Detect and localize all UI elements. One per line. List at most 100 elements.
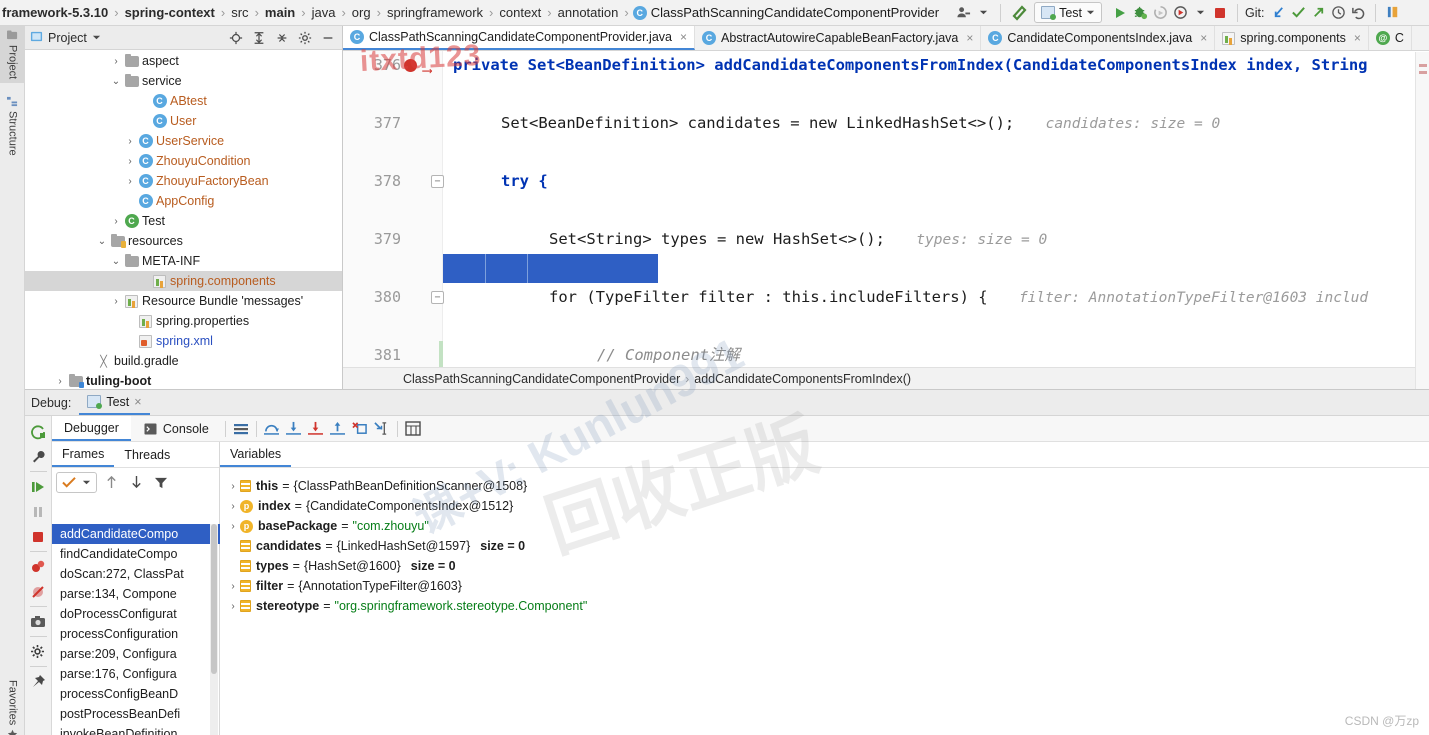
collapse-all-icon[interactable] [273,29,291,47]
breadcrumb-item-annotation[interactable]: annotation [556,5,621,20]
expand-arrow-icon[interactable]: › [123,136,137,147]
tool-tab-structure[interactable]: Structure [0,92,25,160]
variable-row-basepackage[interactable]: › p basePackage = "com.zhouyu" [220,516,1429,536]
breadcrumb-method[interactable]: addCandidateComponentsFromIndex() [694,372,911,386]
tree-row[interactable]: C AppConfig [25,191,342,211]
breadcrumb-item-main[interactable]: main [263,5,297,20]
git-update-icon[interactable] [1268,3,1288,23]
tab-console[interactable]: Console [131,416,221,441]
history-clock-icon[interactable] [1328,3,1348,23]
tab-debugger[interactable]: Debugger [52,416,131,441]
filter-icon[interactable] [150,471,172,493]
stop-icon[interactable] [1210,3,1230,23]
frames-scrollbar[interactable] [210,524,218,735]
collapse-arrow-icon[interactable]: ⌄ [109,256,123,267]
tree-row[interactable]: › C ZhouyuFactoryBean [25,171,342,191]
run-configuration-selector[interactable]: Test [1034,2,1102,23]
expand-arrow-icon[interactable]: › [123,156,137,167]
close-icon[interactable]: × [134,395,141,409]
tree-row[interactable]: ⌄ service [25,71,342,91]
frame-row[interactable]: postProcessBeanDefi [52,704,220,724]
editor-tab-classpathscanning[interactable]: C ClassPathScanningCandidateComponentPro… [343,26,695,50]
editor-tab-overflow[interactable]: @ C [1369,26,1412,50]
collapse-arrow-icon[interactable]: ⌄ [95,236,109,247]
step-over-icon[interactable] [261,418,283,440]
run-icon[interactable] [1110,3,1130,23]
rerun-coverage-icon[interactable] [1150,3,1170,23]
tree-row[interactable]: ⌄ resources [25,231,342,251]
tab-variables[interactable]: Variables [220,442,292,467]
run-to-cursor-icon[interactable] [371,418,393,440]
rerun-icon[interactable] [26,419,50,444]
arrow-up-icon[interactable] [100,471,122,493]
chevron-down-icon[interactable] [92,31,101,45]
resume-program-icon[interactable] [26,474,50,499]
tree-row[interactable]: spring.xml [25,331,342,351]
breadcrumb-item-src[interactable]: src [229,5,250,20]
breadcrumb-item-java[interactable]: java [310,5,338,20]
pause-program-icon[interactable] [26,499,50,524]
close-icon[interactable]: × [966,31,973,45]
tree-row[interactable]: spring.properties [25,311,342,331]
camera-snapshot-icon[interactable] [26,609,50,634]
breadcrumb-item-org[interactable]: org [350,5,373,20]
chevron-down-icon[interactable] [1190,3,1210,23]
tree-row-tuling-boot[interactable]: › tuling-boot [25,371,342,391]
expand-arrow-icon[interactable]: › [109,216,123,227]
arrow-down-icon[interactable] [125,471,147,493]
tool-tab-project[interactable]: Project [0,26,25,84]
frame-row[interactable]: findCandidateCompo [52,544,220,564]
chevron-down-icon[interactable] [973,3,993,23]
settings-gear-icon[interactable] [26,639,50,664]
variable-row-candidates[interactable]: candidates = {LinkedHashSet@1597} size =… [220,536,1429,556]
breadcrumb-item-spring-context[interactable]: spring-context [123,5,217,20]
force-step-into-icon[interactable] [305,418,327,440]
expand-all-icon[interactable] [250,29,268,47]
expand-arrow-icon[interactable]: › [109,296,123,307]
tab-threads[interactable]: Threads [114,442,180,467]
profile-icon[interactable] [1170,3,1190,23]
expand-arrow-icon[interactable]: › [109,56,123,67]
step-into-icon[interactable] [283,418,305,440]
tree-row[interactable]: › C Test [25,211,342,231]
thread-selector[interactable] [56,471,97,493]
variable-row-this[interactable]: › this = {ClassPathBeanDefinitionScanner… [220,476,1429,496]
editor-tab-candidatecomponentsindex[interactable]: C CandidateComponentsIndex.java × [981,26,1216,50]
editor-error-stripe[interactable] [1415,52,1429,415]
frame-row[interactable]: doScan:272, ClassPat [52,564,220,584]
view-breakpoints-icon[interactable] [26,554,50,579]
layout-icon[interactable] [230,418,252,440]
breadcrumb-class[interactable]: ClassPathScanningCandidateComponentProvi… [403,372,680,386]
fold-marker-icon[interactable]: − [431,291,444,304]
search-everywhere-icon[interactable] [1383,3,1403,23]
locate-icon[interactable] [227,29,245,47]
frame-row[interactable]: invokeBeanDefinition [52,724,220,735]
variable-row-stereotype[interactable]: › stereotype = "org.springframework.ster… [220,596,1429,616]
breadcrumb-item-framework[interactable]: framework-5.3.10 [0,5,110,20]
pin-tab-icon[interactable] [26,669,50,694]
frame-row[interactable]: doProcessConfigurat [52,604,220,624]
frame-row[interactable]: processConfiguration [52,624,220,644]
collapse-arrow-icon[interactable]: ⌄ [109,76,123,87]
tree-row[interactable]: › C UserService [25,131,342,151]
frame-row-selected[interactable]: addCandidateCompo [52,524,220,544]
tree-row[interactable]: › aspect [25,51,342,71]
drop-frame-icon[interactable] [349,418,371,440]
evaluate-expression-icon[interactable] [402,418,424,440]
frame-row[interactable]: parse:176, Configura [52,664,220,684]
frame-row[interactable]: parse:209, Configura [52,644,220,664]
breadcrumb-item-class[interactable]: C ClassPathScanningCandidateComponentPro… [632,5,939,20]
tree-row[interactable]: ╳ build.gradle [25,351,342,371]
expand-arrow-icon[interactable]: › [226,481,240,492]
minimize-icon[interactable] [319,29,337,47]
tool-tab-favorites[interactable]: Favorites [0,676,25,735]
frame-row[interactable]: processConfigBeanD [52,684,220,704]
breadcrumb-item-springframework[interactable]: springframework [385,5,485,20]
stop-icon[interactable] [26,524,50,549]
frame-row[interactable]: parse:134, Compone [52,584,220,604]
breadcrumb-item-context[interactable]: context [497,5,543,20]
code-viewport[interactable]: 376 ⟶ private Set<BeanDefinition> addCan… [343,51,1429,367]
close-icon[interactable]: × [1200,31,1207,45]
expand-arrow-icon[interactable]: › [226,501,240,512]
variable-row-index[interactable]: › p index = {CandidateComponentsIndex@15… [220,496,1429,516]
